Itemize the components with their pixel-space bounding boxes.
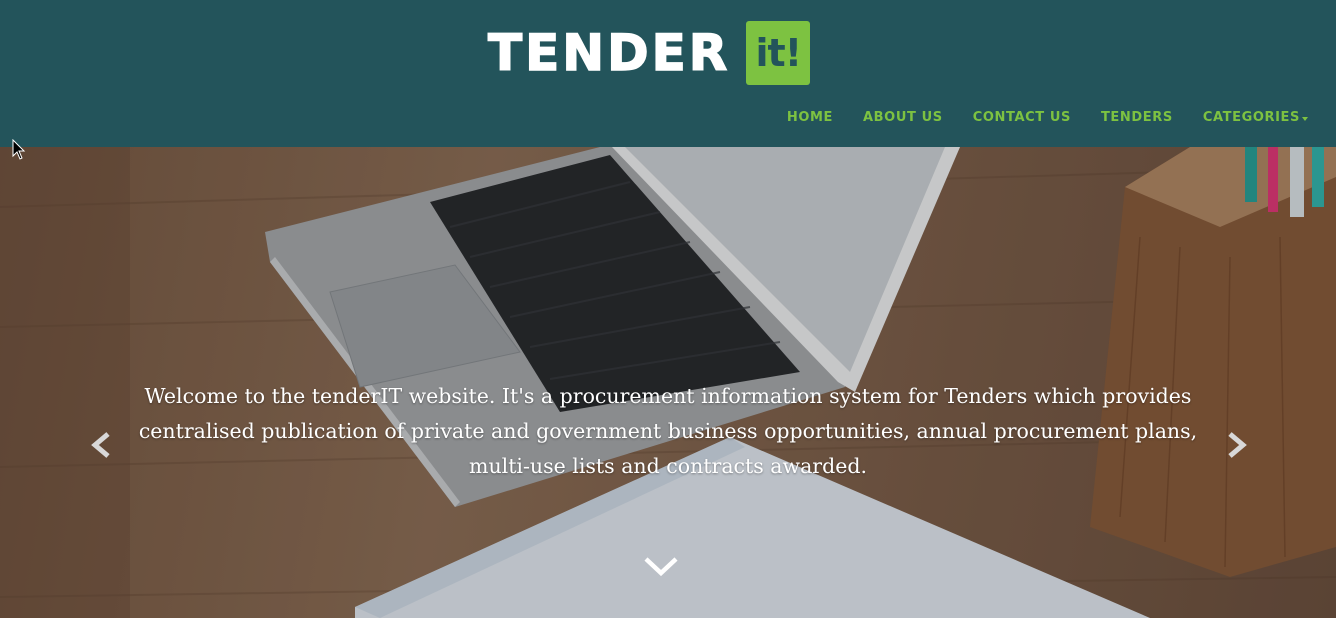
site-logo[interactable]: TENDER it! [487,20,811,86]
carousel-prev-button[interactable] [90,431,112,463]
chevron-right-icon [1228,432,1247,458]
hero-carousel: Welcome to the tenderIT website. It's a … [0,147,1336,618]
nav-home[interactable]: HOME [787,110,833,125]
logo-badge: it! [746,21,811,85]
logo-wordmark: TENDER [487,24,731,82]
site-header: TENDER it! HOME ABOUT US CONTACT US TEND… [0,0,1336,147]
hero-welcome-text: Welcome to the tenderIT website. It's a … [138,384,1198,478]
carousel-next-button[interactable] [1226,431,1248,463]
mouse-cursor-icon [12,139,26,160]
main-nav: HOME ABOUT US CONTACT US TENDERS CATEGOR… [787,110,1308,125]
nav-about-us[interactable]: ABOUT US [863,110,943,125]
nav-categories[interactable]: CATEGORIES [1203,110,1308,125]
caret-down-icon [1302,116,1308,121]
nav-tenders[interactable]: TENDERS [1101,110,1173,125]
chevron-left-icon [91,432,110,458]
scroll-down-button[interactable] [643,554,679,582]
nav-contact-us[interactable]: CONTACT US [973,110,1071,125]
chevron-down-icon [644,557,678,577]
nav-categories-label: CATEGORIES [1202,110,1300,125]
